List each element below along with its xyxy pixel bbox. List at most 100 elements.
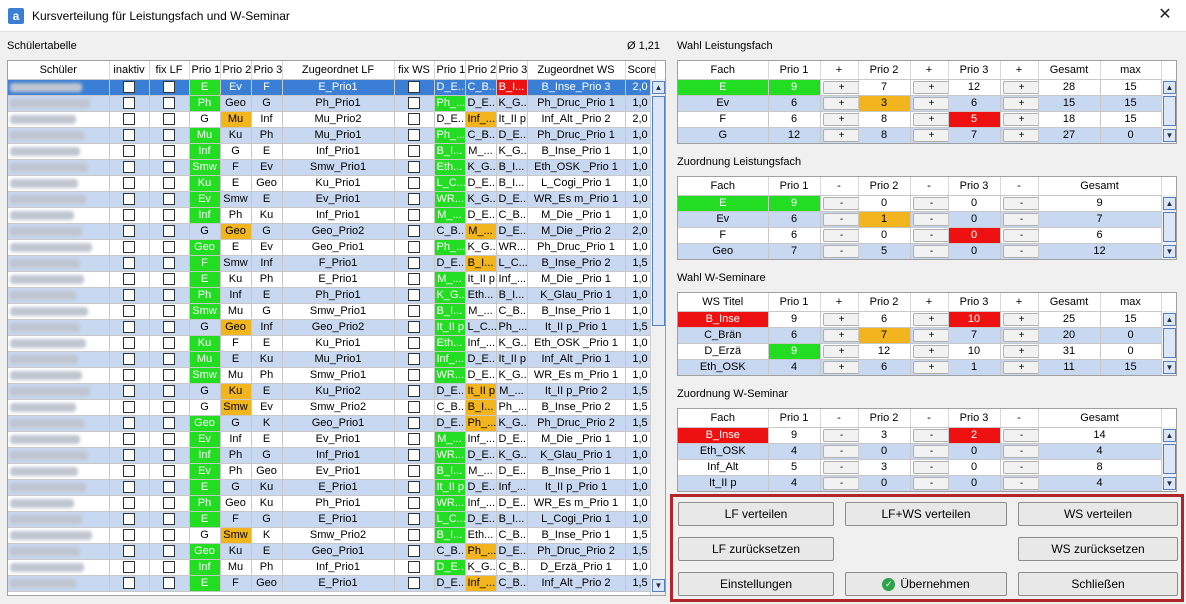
table-row[interactable]: Geo G K Geo_Prio1 D_E... Ph_... K_G... Ph_Druc_…	[8, 415, 656, 432]
column-header[interactable]: +	[820, 293, 859, 312]
column-header[interactable]: Prio 3	[948, 293, 1001, 312]
decrement-button[interactable]: -	[822, 228, 857, 242]
scroll-up-icon[interactable]: ▲	[652, 81, 665, 94]
decrement-button[interactable]: -	[912, 460, 947, 474]
column-header[interactable]: Prio 2	[858, 177, 911, 196]
scroll-down-icon[interactable]: ▼	[652, 579, 665, 592]
table-row[interactable]: Inf Ph G Inf_Prio1 WR... D_E... K_G... K_Glau_P…	[8, 447, 656, 464]
inaktiv-checkbox[interactable]	[123, 113, 135, 126]
increment-button[interactable]: +	[1002, 128, 1037, 142]
decrement-button[interactable]: -	[912, 196, 947, 210]
fix-ws-checkbox[interactable]	[408, 545, 420, 558]
fix-ws-checkbox[interactable]	[408, 401, 420, 414]
column-header[interactable]: +	[910, 61, 949, 80]
fix-lf-checkbox[interactable]	[163, 401, 175, 414]
fix-ws-checkbox[interactable]	[408, 385, 420, 398]
close-icon[interactable]: ✕	[1154, 5, 1176, 27]
fix-ws-checkbox[interactable]	[408, 129, 420, 142]
inaktiv-checkbox[interactable]	[123, 337, 135, 350]
scroll-down-icon[interactable]: ▼	[1163, 477, 1176, 490]
fix-lf-checkbox[interactable]	[163, 257, 175, 270]
column-header[interactable]: +	[1000, 293, 1039, 312]
inaktiv-checkbox[interactable]	[123, 577, 135, 590]
increment-button[interactable]: +	[912, 112, 947, 126]
fix-lf-checkbox[interactable]	[163, 145, 175, 158]
increment-button[interactable]: +	[912, 128, 947, 142]
close-button[interactable]: Schließen	[1018, 572, 1178, 596]
table-row[interactable]: It_II p4-0-0-4	[678, 475, 1162, 491]
table-row[interactable]: Inf Ph Ku Inf_Prio1 M_... D_E... C_B... M_Die _…	[8, 207, 656, 224]
fix-ws-checkbox[interactable]	[408, 465, 420, 478]
column-header[interactable]: Prio 3	[948, 409, 1001, 428]
table-row[interactable]: G 12 +8 +7 +27 0	[678, 127, 1162, 143]
fix-lf-checkbox[interactable]	[163, 273, 175, 286]
column-header[interactable]: Gesamt	[1038, 61, 1101, 80]
column-header[interactable]: Prio 2	[858, 409, 911, 428]
ws-reset-button[interactable]: WS zurücksetzen	[1018, 537, 1178, 561]
column-header[interactable]: Prio 2	[858, 293, 911, 312]
inaktiv-checkbox[interactable]	[123, 529, 135, 542]
column-header[interactable]: Score	[625, 61, 656, 80]
decrement-button[interactable]: -	[1002, 228, 1037, 242]
table-row[interactable]: Eth_OSK 4-0-0-4	[678, 443, 1162, 460]
decrement-button[interactable]: -	[1002, 476, 1037, 490]
accept-button[interactable]: ✓ Übernehmen	[845, 572, 1007, 596]
fix-ws-checkbox[interactable]	[408, 433, 420, 446]
fix-lf-checkbox[interactable]	[163, 209, 175, 222]
fix-ws-checkbox[interactable]	[408, 257, 420, 270]
fix-lf-checkbox[interactable]	[163, 289, 175, 302]
column-header[interactable]: +	[910, 293, 949, 312]
inaktiv-checkbox[interactable]	[123, 561, 135, 574]
increment-button[interactable]: +	[912, 312, 947, 326]
table-row[interactable]: F6-0-0-6	[678, 227, 1162, 244]
column-header[interactable]: max	[1100, 61, 1162, 80]
inaktiv-checkbox[interactable]	[123, 545, 135, 558]
fix-ws-checkbox[interactable]	[408, 305, 420, 318]
column-header[interactable]: Prio 3	[948, 61, 1001, 80]
fix-lf-checkbox[interactable]	[163, 81, 175, 94]
table-row[interactable]: E F Geo E_Prio1 D_E... Inf_... C_B... Inf_Alt _…	[8, 575, 656, 592]
decrement-button[interactable]: -	[912, 476, 947, 490]
fix-ws-checkbox[interactable]	[408, 417, 420, 430]
increment-button[interactable]: +	[822, 328, 857, 342]
decrement-button[interactable]: -	[1002, 212, 1037, 226]
column-header[interactable]: Prio 2	[858, 61, 911, 80]
fix-ws-checkbox[interactable]	[408, 289, 420, 302]
column-header[interactable]: Prio 3	[251, 61, 283, 80]
inaktiv-checkbox[interactable]	[123, 225, 135, 238]
table-row[interactable]: Mu E Ku Mu_Prio1 Inf_... D_E... It_II p Inf_Alt…	[8, 351, 656, 368]
zuord-ws-scrollbar[interactable]: ▲ ▼	[1161, 427, 1176, 491]
fix-ws-checkbox[interactable]	[408, 353, 420, 366]
inaktiv-checkbox[interactable]	[123, 193, 135, 206]
table-row[interactable]: Ev 6-1-0-7	[678, 211, 1162, 228]
increment-button[interactable]: +	[912, 328, 947, 342]
fix-lf-checkbox[interactable]	[163, 481, 175, 494]
increment-button[interactable]: +	[1002, 80, 1037, 94]
fix-ws-checkbox[interactable]	[408, 337, 420, 350]
table-row[interactable]: E9-0-0-9	[678, 195, 1162, 212]
increment-button[interactable]: +	[822, 360, 857, 374]
fix-ws-checkbox[interactable]	[408, 513, 420, 526]
fix-ws-checkbox[interactable]	[408, 177, 420, 190]
decrement-button[interactable]: -	[1002, 444, 1037, 458]
column-header[interactable]: -	[910, 409, 949, 428]
decrement-button[interactable]: -	[912, 228, 947, 242]
column-header[interactable]: Prio 3	[948, 177, 1001, 196]
students-scrollbar[interactable]: ▲ ▼	[650, 79, 665, 595]
scroll-thumb[interactable]	[652, 96, 665, 326]
inaktiv-checkbox[interactable]	[123, 449, 135, 462]
table-row[interactable]: E G Ku E_Prio1 It_II p D_E... Inf_... It_II p_P…	[8, 479, 656, 496]
fix-lf-checkbox[interactable]	[163, 353, 175, 366]
inaktiv-checkbox[interactable]	[123, 161, 135, 174]
column-header[interactable]: fix LF	[149, 61, 190, 80]
table-row[interactable]: G Ku E Ku_Prio2 D_E... It_II p M_... It_II p_Pr…	[8, 383, 656, 400]
scroll-thumb[interactable]	[1163, 96, 1176, 126]
table-row[interactable]: E 9 +7 +12 +28 15	[678, 79, 1162, 96]
column-header[interactable]: +	[820, 61, 859, 80]
fix-ws-checkbox[interactable]	[408, 481, 420, 494]
fix-ws-checkbox[interactable]	[408, 497, 420, 510]
inaktiv-checkbox[interactable]	[123, 497, 135, 510]
table-row[interactable]: C_Brän 6 +7 +7 +20 0	[678, 327, 1162, 344]
fix-ws-checkbox[interactable]	[408, 577, 420, 590]
table-row[interactable]: Ph Geo G Ph_Prio1 Ph_... D_E... K_G... Ph_Druc_…	[8, 95, 656, 112]
